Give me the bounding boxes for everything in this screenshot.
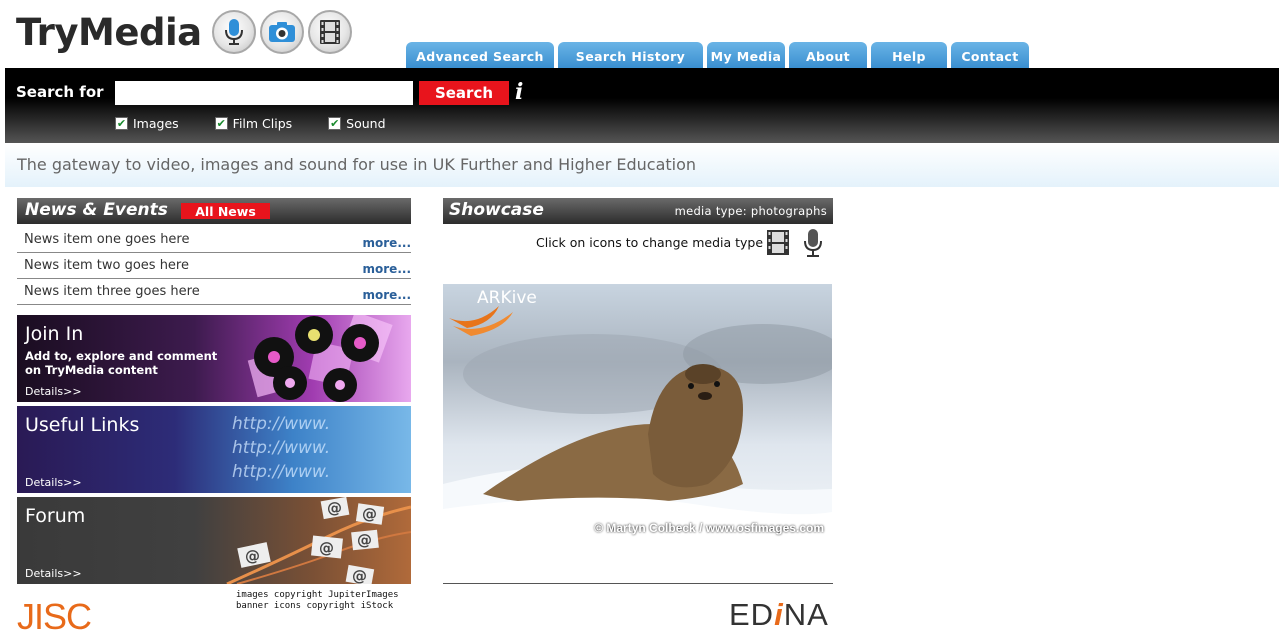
main-nav-tabs: Advanced Search Search History My Media … [406,42,1033,68]
showcase-title: Showcase [449,200,544,220]
film-icon[interactable] [766,229,790,256]
logo[interactable]: TryMedia [16,10,352,54]
microphone-icon [211,10,256,54]
camera-icon [259,10,304,54]
filter-sound[interactable]: ✔ Sound [328,116,386,131]
photo-credit: © Martyn Colbeck / www.osfimages.com [594,521,824,535]
more-link[interactable]: more... [363,230,411,250]
copyright-line: banner icons copyright iStock [236,601,394,611]
microphone-icon[interactable] [802,228,824,258]
filter-sound-label: Sound [346,116,386,131]
sound-checkbox[interactable]: ✔ [328,117,342,130]
join-in-description: Add to, explore and comment on TryMedia … [25,349,218,377]
useful-links-banner[interactable]: http://www. http://www. http://www. Usef… [17,406,411,493]
search-label: Search for [16,83,104,101]
search-input[interactable] [115,81,413,105]
news-item: News item three goes here more... [17,279,411,305]
news-item-text: News item one goes here [24,232,190,247]
showcase-header: Showcase media type: photographs [443,198,833,224]
news-header: News & Events All News [17,198,411,224]
more-link[interactable]: more... [363,282,411,302]
forum-banner[interactable]: @ @ @ @ @ @ Forum Details>> [17,497,411,584]
marmot-photo-illustration [443,306,832,544]
svg-text:@: @ [245,547,260,565]
tab-search-history[interactable]: Search History [558,42,703,68]
news-item: News item two goes here more... [17,253,411,279]
search-bar: Search for Search i ✔ Images ✔ Film Clip… [5,68,1279,143]
tab-my-media[interactable]: My Media [707,42,785,68]
url-text: http://www. [232,414,331,434]
url-text: http://www. [232,462,331,482]
email-envelopes-icon: @ @ @ @ @ @ [226,497,411,584]
edina-logo-part: ED [729,597,775,632]
edina-logo-part: NA [783,597,829,632]
jisc-logo[interactable]: JISC [17,596,92,635]
svg-text:@: @ [362,505,377,523]
media-filters: ✔ Images ✔ Film Clips ✔ Sound [115,116,422,131]
join-in-banner[interactable]: Join In Add to, explore and comment on T… [17,315,411,402]
tab-advanced-search[interactable]: Advanced Search [406,42,554,68]
vinyl-records-icon [247,315,393,402]
tab-contact[interactable]: Contact [951,42,1029,68]
svg-text:@: @ [319,539,334,557]
tab-about[interactable]: About [789,42,867,68]
showcase-divider [443,583,833,584]
copyright-line: images copyright JupiterImages [236,590,399,600]
edina-logo[interactable]: EDiNA [729,597,829,633]
news-title: News & Events [25,200,168,220]
news-item: News item one goes here more... [17,227,411,253]
all-news-button[interactable]: All News [181,203,270,219]
film-clips-checkbox[interactable]: ✔ [214,117,228,130]
svg-text:@: @ [357,531,372,549]
logo-text: TryMedia [16,10,202,54]
tagline: The gateway to video, images and sound f… [5,143,1279,187]
svg-text:@: @ [327,499,342,517]
images-checkbox[interactable]: ✔ [115,117,128,130]
tab-help[interactable]: Help [871,42,947,68]
news-item-text: News item two goes here [24,258,189,273]
showcase-hint: Click on icons to change media type [536,235,764,250]
news-list: News item one goes here more... News ite… [17,227,411,305]
filter-images-label: Images [133,116,179,131]
url-text: http://www. [232,438,331,458]
useful-links-details-link[interactable]: Details>> [25,476,82,489]
edina-logo-i: i [774,597,784,632]
arkive-watermark: ARKive [477,288,537,308]
forum-title: Forum [25,505,86,527]
useful-links-title: Useful Links [25,414,140,436]
media-type-label: media type: photographs [674,204,827,218]
forum-details-link[interactable]: Details>> [25,567,82,580]
search-button[interactable]: Search [419,81,509,105]
news-item-text: News item three goes here [24,284,200,299]
svg-text:@: @ [352,567,367,584]
join-in-title: Join In [25,323,84,345]
film-icon [307,10,352,54]
more-link[interactable]: more... [363,256,411,276]
filter-film-clips[interactable]: ✔ Film Clips [214,116,293,131]
info-icon[interactable]: i [515,79,523,105]
filter-images[interactable]: ✔ Images [115,116,179,131]
join-in-details-link[interactable]: Details>> [25,385,82,398]
url-watermark: http://www. http://www. http://www. [232,412,330,484]
image-copyright: images copyright JupiterImages banner ic… [236,590,399,612]
showcase-photo[interactable]: ARKive © Martyn Colbeck / www.osfimages.… [443,284,832,544]
filter-film-clips-label: Film Clips [232,116,293,131]
